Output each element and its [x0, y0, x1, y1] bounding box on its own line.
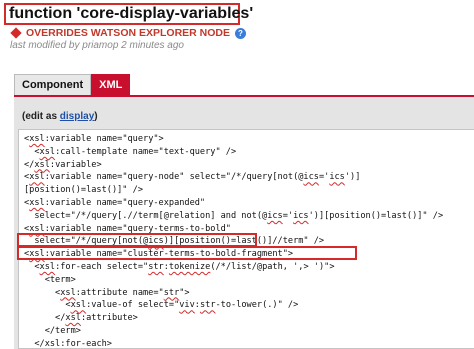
spellcheck-word: viv: [179, 300, 195, 311]
spellcheck-word: ics: [293, 210, 309, 221]
code-text: :variable>: [49, 159, 102, 170]
code-text: [position()=last()]" />: [24, 185, 143, 196]
spellcheck-word: xsl: [70, 300, 87, 311]
code-text: <: [24, 300, 71, 311]
code-text: :for-each select=": [55, 262, 149, 272]
code-text: :value-of select=": [86, 300, 180, 311]
tab-xml[interactable]: XML: [91, 74, 131, 95]
code-line: </xsl:for-each>: [24, 338, 112, 349]
spellcheck-word: xsl: [29, 198, 45, 208]
edit-as-prefix: (edit as: [22, 111, 60, 122]
code-text: <term>: [24, 274, 76, 285]
code-line: <xsl:value-of select="viv:str-to-lower(.…: [24, 299, 298, 311]
code-text: =': [282, 210, 294, 221]
spellcheck-word: xsl: [29, 134, 45, 144]
code-text: :for-each>: [60, 338, 112, 349]
code-text: :variable name="query-expanded": [44, 198, 206, 208]
spellcheck-word: ics: [329, 172, 345, 183]
spellcheck-word: str: [148, 262, 164, 272]
code-text: <: [24, 146, 40, 157]
code-text: <: [24, 287, 61, 298]
code-text: <: [24, 262, 40, 272]
code-text: select="/*/query[.//term[@relation] and …: [24, 210, 268, 221]
code-text: =': [318, 172, 330, 183]
spellcheck-word: str: [163, 287, 180, 298]
spellcheck-word: xsl: [65, 313, 81, 324]
spellcheck-word: ics: [267, 210, 283, 221]
code-text: :attribute>: [80, 313, 138, 324]
tab-component[interactable]: Component: [14, 74, 92, 95]
display-link[interactable]: display: [60, 111, 94, 122]
code-text: :call-template name="text-query" />: [55, 146, 237, 157]
code-text: ')][position()=last()]" />: [308, 210, 444, 221]
code-line: </term>: [24, 325, 81, 337]
spellcheck-word: xsl: [44, 338, 61, 349]
code-text: ')]: [344, 172, 361, 183]
page-title: function 'core-display-variables': [9, 5, 254, 22]
spellcheck-word: xsl: [60, 287, 76, 298]
edit-as-suffix: ): [94, 111, 98, 122]
code-line: <term>: [24, 274, 76, 286]
overrides-label: OVERRIDES WATSON EXPLORER NODE: [26, 27, 230, 39]
code-text: </: [24, 159, 35, 170]
code-line: <xsl:variable name="query-expanded": [24, 197, 205, 209]
tab-bar: Component XML: [14, 74, 131, 96]
overrides-line: OVERRIDES WATSON EXPLORER NODE ?: [10, 26, 246, 40]
code-line: [position()=last()]" />: [24, 184, 143, 196]
spellcheck-word: str: [199, 300, 216, 311]
spellcheck-word: tokenize: [168, 262, 211, 272]
edit-as-line: (edit as display): [22, 111, 98, 122]
code-line: <xsl:call-template name="text-query" />: [24, 146, 236, 158]
spellcheck-word: xsl: [39, 146, 56, 157]
code-text: </term>: [24, 326, 81, 336]
diamond-icon: [10, 27, 22, 39]
code-text: :variable name="query-node" select="/*/q…: [44, 172, 304, 183]
code-line: </xsl:attribute>: [24, 312, 138, 324]
code-line: select="/*/query[.//term[@relation] and …: [24, 210, 443, 222]
highlight-box-select-line: [17, 246, 357, 260]
code-line: </xsl:variable>: [24, 159, 102, 171]
spellcheck-word: xsl: [34, 159, 50, 170]
code-text: :attribute name=": [75, 287, 164, 298]
code-text: </: [24, 338, 45, 349]
code-text: ">: [179, 287, 190, 298]
code-text: (/*/list/@path, ',> ')">: [210, 262, 335, 272]
highlight-box-variable-decl: [17, 233, 257, 247]
help-icon[interactable]: ?: [235, 27, 246, 39]
spellcheck-word: ics: [303, 172, 319, 183]
code-line: <xsl:attribute name="str">: [24, 287, 190, 299]
code-line: <xsl:variable name="query-node" select="…: [24, 171, 360, 183]
spellcheck-word: xsl: [39, 262, 56, 272]
code-text: -to-lower(.)" />: [215, 300, 299, 311]
code-text: </: [24, 313, 66, 324]
code-line: <xsl:variable name="query">: [24, 133, 164, 145]
code-text: :variable name="query">: [44, 134, 164, 144]
last-modified-text: last modified by priamop 2 minutes ago: [10, 40, 184, 51]
spellcheck-word: xsl: [29, 172, 45, 183]
code-line: <xsl:for-each select="str:tokenize(/*/li…: [24, 261, 335, 273]
